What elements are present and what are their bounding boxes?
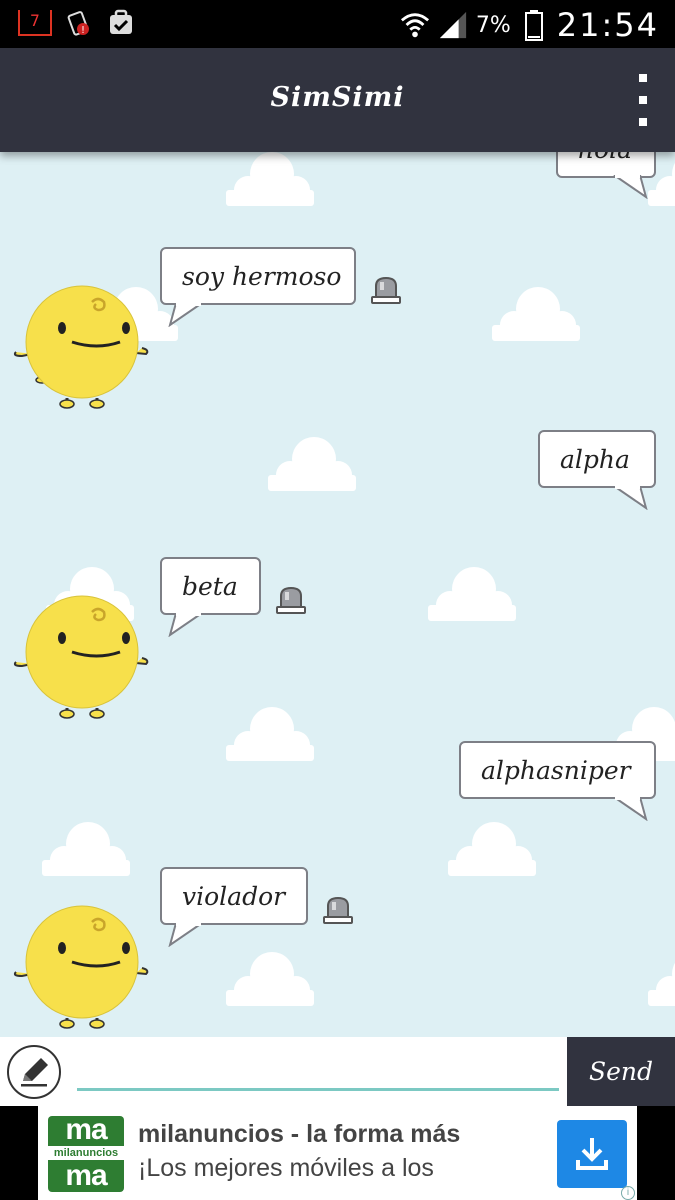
ad-info-icon[interactable]: i	[621, 1186, 635, 1200]
user-message-bubble[interactable]: alphasniper	[459, 741, 656, 799]
send-button[interactable]: Send	[567, 1037, 675, 1106]
ad-download-button[interactable]	[557, 1120, 627, 1188]
bubble-tail	[168, 613, 203, 637]
ad-subtitle[interactable]: ¡Los mejores móviles a los	[138, 1154, 434, 1183]
svg-text:!: !	[81, 25, 85, 36]
battery-percent: 7%	[475, 12, 511, 38]
cloud-decoration	[648, 962, 675, 1006]
no-sim-icon: !	[64, 8, 94, 38]
app-title: SimSimi	[270, 82, 405, 113]
cloud-decoration	[428, 567, 516, 621]
ad-title[interactable]: milanuncios - la forma más	[138, 1120, 460, 1149]
cloud-decoration	[448, 822, 536, 876]
report-siren-icon[interactable]	[275, 586, 307, 614]
message-composer: Send	[0, 1037, 675, 1106]
chat-area[interactable]: hola soy hermoso alpha	[0, 152, 675, 1037]
message-input[interactable]	[77, 1045, 559, 1091]
clipboard-check-icon	[106, 8, 136, 38]
simsimi-message-bubble[interactable]: beta	[160, 557, 261, 615]
battery-icon	[519, 10, 549, 41]
app-bar: SimSimi	[0, 48, 675, 152]
bubble-tail	[613, 486, 648, 510]
cloud-decoration	[226, 707, 314, 761]
report-siren-icon[interactable]	[322, 896, 354, 924]
simsimi-avatar	[13, 285, 149, 409]
notification-count-badge: 7	[18, 10, 52, 36]
cloud-decoration	[492, 287, 580, 341]
cloud-decoration	[42, 822, 130, 876]
cloud-decoration	[226, 952, 314, 1006]
bubble-tail	[168, 303, 203, 327]
wifi-icon	[400, 10, 430, 40]
simsimi-message-bubble[interactable]: soy hermoso	[160, 247, 356, 305]
cloud-decoration	[268, 437, 356, 491]
download-icon	[576, 1138, 608, 1170]
logo-middle-text: milanuncios	[48, 1146, 124, 1160]
simsimi-avatar	[13, 905, 149, 1029]
ad-content[interactable]: ma milanuncios ma milanuncios - la forma…	[38, 1106, 637, 1200]
report-siren-icon[interactable]	[370, 276, 402, 304]
overflow-menu-icon[interactable]	[635, 74, 651, 126]
ad-banner: ma milanuncios ma milanuncios - la forma…	[0, 1106, 675, 1200]
teach-button[interactable]	[7, 1045, 61, 1099]
signal-icon	[438, 10, 468, 40]
logo-top-text: ma	[65, 1116, 107, 1146]
bubble-tail	[613, 797, 648, 821]
cloud-decoration	[226, 152, 314, 206]
status-bar: 7 ! 7% 21:54	[0, 0, 675, 48]
pencil-icon	[21, 1058, 48, 1087]
milanuncios-logo: ma milanuncios ma	[48, 1116, 124, 1192]
simsimi-message-bubble[interactable]: violador	[160, 867, 308, 925]
simsimi-avatar	[13, 595, 149, 719]
user-message-bubble[interactable]: alpha	[538, 430, 656, 488]
bubble-tail	[613, 175, 648, 199]
logo-bottom-text: ma	[65, 1159, 107, 1192]
bubble-tail	[168, 923, 203, 947]
clock: 21:54	[556, 6, 659, 44]
